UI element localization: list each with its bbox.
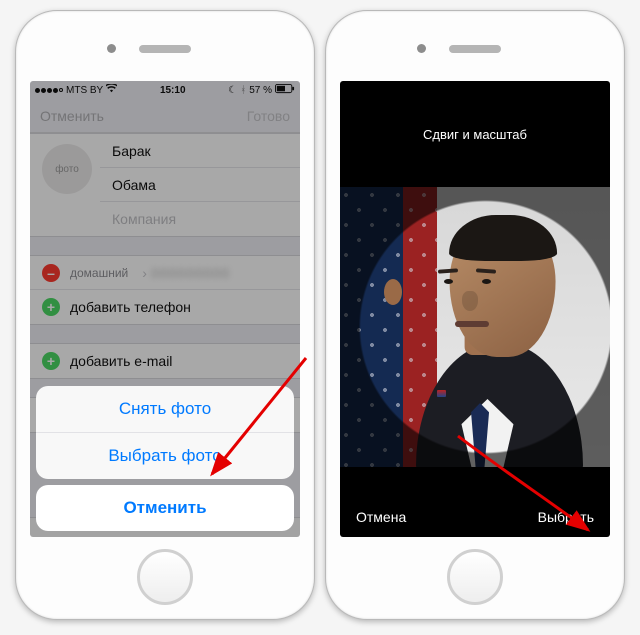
iphone-right: Сдвиг и масштаб (325, 10, 625, 620)
phone-speaker (139, 45, 191, 53)
crop-title: Сдвиг и масштаб (340, 81, 610, 142)
crop-choose[interactable]: Выбрать (538, 509, 594, 525)
screen-left: MTS BY 15:10 ☾ ᚼ 57 % Отменить Гот (30, 81, 300, 537)
screen-right: Сдвиг и масштаб (340, 81, 610, 537)
phone-camera-dot (417, 44, 426, 53)
sheet-cancel[interactable]: Отменить (36, 485, 294, 531)
crop-area[interactable] (340, 173, 610, 481)
home-button[interactable] (447, 549, 503, 605)
crop-cancel[interactable]: Отмена (356, 509, 406, 525)
crop-footer: Отмена Выбрать (340, 497, 610, 537)
phone-speaker (449, 45, 501, 53)
action-sheet: Снять фото Выбрать фото Отменить (36, 386, 294, 531)
home-button[interactable] (137, 549, 193, 605)
phone-camera-dot (107, 44, 116, 53)
iphone-left: MTS BY 15:10 ☾ ᚼ 57 % Отменить Гот (15, 10, 315, 620)
portrait-image[interactable] (340, 187, 610, 467)
sheet-take-photo[interactable]: Снять фото (36, 386, 294, 433)
sheet-choose-photo[interactable]: Выбрать фото (36, 433, 294, 479)
